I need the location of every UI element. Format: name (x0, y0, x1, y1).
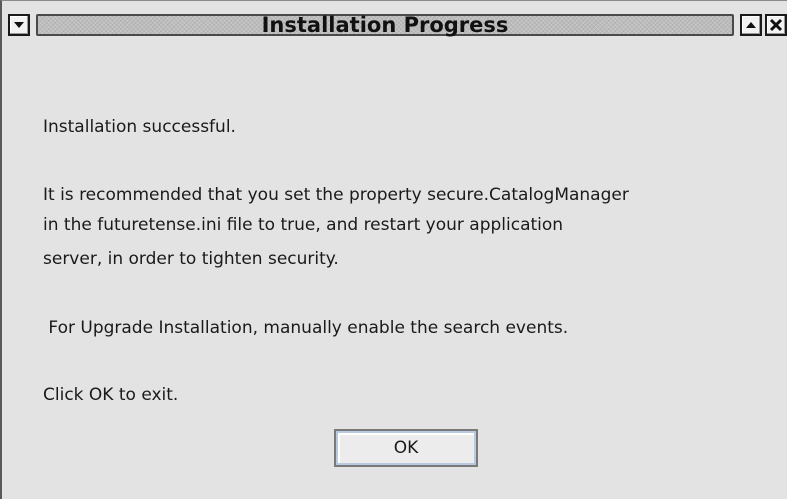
recommendation-line-2: in the futuretense.ini file to true, and… (43, 215, 564, 235)
ok-button[interactable]: OK (334, 429, 478, 467)
chevron-up-icon (746, 22, 756, 28)
success-message: Installation successful. (43, 117, 236, 137)
window-menu-button[interactable] (8, 14, 30, 36)
close-button[interactable] (765, 14, 787, 36)
close-icon (769, 18, 783, 32)
title-bar: Installation Progress (2, 1, 787, 51)
maximize-button[interactable] (740, 14, 762, 36)
upgrade-note: For Upgrade Installation, manually enabl… (43, 318, 569, 338)
exit-instruction: Click OK to exit. (43, 385, 179, 405)
recommendation-line-1: It is recommended that you set the prope… (43, 185, 629, 205)
installation-dialog: Installation Progress Installation succe… (0, 0, 787, 499)
chevron-down-icon (14, 22, 24, 28)
window-title: Installation Progress (261, 13, 509, 37)
recommendation-line-3: server, in order to tighten security. (43, 249, 339, 269)
